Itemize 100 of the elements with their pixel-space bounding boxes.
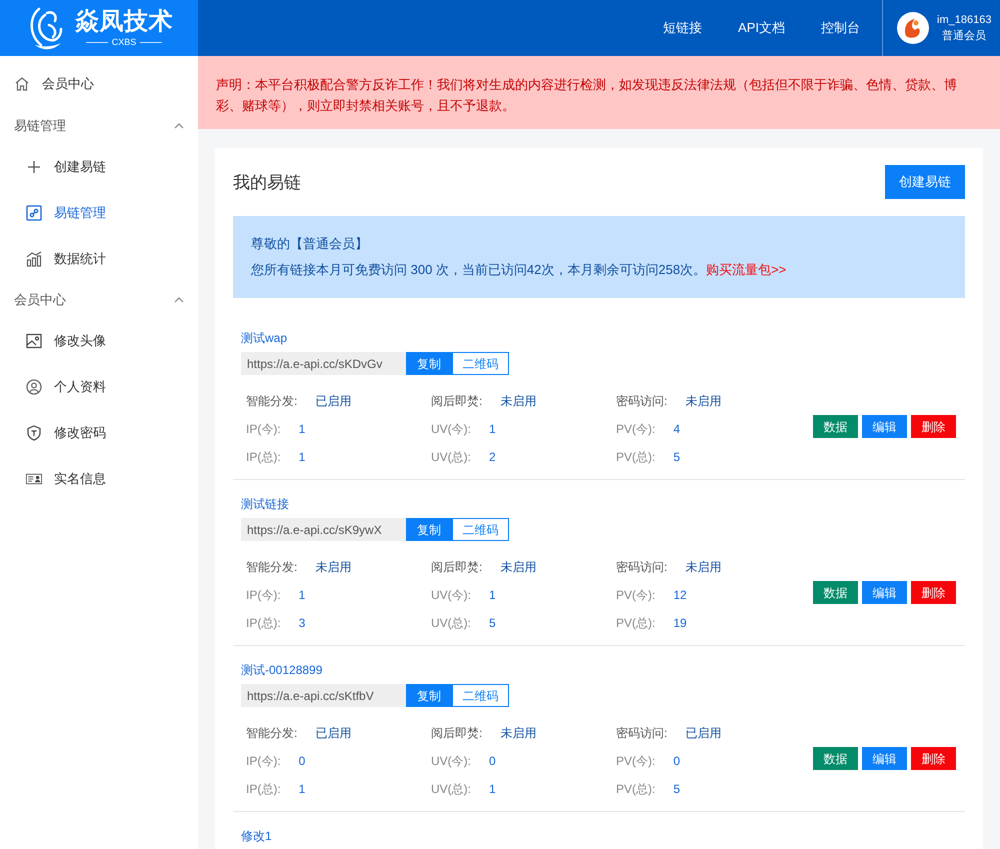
sidebar-item[interactable]: 个人资料 [0, 364, 198, 410]
username: im_186163 [937, 13, 992, 28]
link-icon [26, 205, 42, 221]
stat-value: 已启用 [315, 393, 352, 410]
action-button[interactable]: 删除 [911, 581, 956, 604]
stat-label: IP(总): [246, 615, 281, 632]
page-title: 我的易链 [233, 172, 301, 194]
stat-value: 未启用 [500, 725, 536, 742]
brand-subtitle: CXBS [112, 36, 136, 48]
stat-value: 5 [673, 781, 680, 798]
user-icon [26, 379, 42, 395]
sidebar-group-header[interactable]: 易链管理 [0, 108, 198, 144]
buy-traffic-link[interactable]: 购买流量包>> [706, 262, 786, 277]
stat-label: PV(总): [616, 781, 656, 798]
action-button[interactable]: 数据 [813, 747, 858, 770]
home-icon [14, 76, 30, 92]
qr-code-button[interactable]: 二维码 [452, 352, 509, 375]
avatar-icon[interactable] [897, 12, 929, 44]
stat-label: PV(总): [616, 615, 656, 632]
create-link-button[interactable]: 创建易链 [885, 165, 965, 199]
action-button[interactable]: 编辑 [862, 747, 907, 770]
stat-value: 未启用 [315, 559, 352, 576]
qr-code-button[interactable]: 二维码 [452, 518, 509, 541]
short-url-field: https://a.e-api.cc/sKDvGv [241, 352, 406, 375]
stat-value: 2 [489, 449, 496, 466]
stat-label: IP(今): [246, 753, 281, 770]
action-button[interactable]: 数据 [813, 581, 858, 604]
stat-label: 阅后即焚: [431, 559, 482, 576]
sidebar-item[interactable]: 创建易链 [0, 144, 198, 190]
bar-chart-icon [26, 251, 42, 267]
stat-value: 未启用 [500, 393, 536, 410]
member-level: 普通会员 [942, 28, 986, 44]
sidebar-group-header[interactable]: 会员中心 [0, 282, 198, 318]
stat-value: 已启用 [315, 725, 352, 742]
stat-value: 0 [489, 753, 496, 770]
stat-label: UV(今): [431, 421, 471, 438]
link-title[interactable]: 测试-00128899 [241, 660, 965, 680]
chevron-icon [174, 297, 184, 303]
stat-value: 1 [489, 587, 496, 604]
stat-label: IP(总): [246, 449, 281, 466]
action-button[interactable]: 删除 [911, 747, 956, 770]
action-button[interactable]: 删除 [911, 415, 956, 438]
stat-label: PV(今): [616, 753, 656, 770]
stat-value: 1 [298, 449, 306, 466]
stat-value: 19 [673, 615, 687, 632]
sidebar-item[interactable]: 数据统计 [0, 236, 198, 282]
short-url-field: https://a.e-api.cc/sK9ywX [241, 518, 406, 541]
nav-link[interactable]: 控制台 [803, 10, 878, 46]
stat-value: 1 [298, 587, 306, 604]
sidebar-item[interactable]: 会员中心 [0, 60, 198, 108]
link-title[interactable]: 测试链接 [241, 494, 965, 514]
sidebar-item[interactable]: 修改密码 [0, 410, 198, 456]
stat-label: UV(总): [431, 615, 471, 632]
stat-value: 1 [489, 421, 496, 438]
stat-label: UV(总): [431, 781, 471, 798]
stat-value: 1 [298, 781, 306, 798]
stat-label: PV(今): [616, 587, 656, 604]
copy-button[interactable]: 复制 [406, 352, 452, 375]
sidebar-item[interactable]: 实名信息 [0, 456, 198, 502]
stat-label: IP(总): [246, 781, 281, 798]
stat-value: 12 [673, 587, 687, 604]
link-title[interactable]: 修改1 [241, 826, 965, 846]
link-title[interactable]: 测试wap [241, 328, 965, 348]
stat-value: 1 [489, 781, 496, 798]
stat-value: 未启用 [500, 559, 536, 576]
nav-link[interactable]: API文档 [720, 10, 803, 46]
stat-value: 5 [673, 449, 680, 466]
stat-label: UV(今): [431, 753, 471, 770]
stat-value: 0 [673, 753, 680, 770]
stat-label: 智能分发: [246, 393, 298, 410]
stat-value: 未启用 [685, 393, 722, 410]
copy-button[interactable]: 复制 [406, 518, 452, 541]
action-button[interactable]: 编辑 [862, 581, 907, 604]
notice-banner: 声明：本平台积极配合警方反诈工作！我们将对生成的内容进行检测，如发现违反法律法规（包括但不限于诈骗、色情、贷款、博彩、赌球等），则立即封禁相关账号，且不予退款。 [198, 56, 1000, 129]
stat-label: 密码访问: [616, 559, 668, 576]
stat-label: IP(今): [246, 421, 281, 438]
stat-label: 智能分发: [246, 559, 298, 576]
stat-value: 4 [673, 421, 680, 438]
plus-icon [27, 160, 41, 174]
sidebar-item[interactable]: 易链管理 [0, 190, 198, 236]
chevron-icon [174, 123, 184, 129]
action-button[interactable]: 数据 [813, 415, 858, 438]
stat-label: IP(今): [246, 587, 281, 604]
copy-button[interactable]: 复制 [406, 684, 452, 707]
sidebar-item[interactable]: 修改头像 [0, 318, 198, 364]
stat-value: 5 [489, 615, 496, 632]
nav-link[interactable]: 短链接 [645, 10, 720, 46]
greeting-text: 尊敬的【普通会员】 [251, 235, 369, 253]
shield-icon [26, 425, 42, 441]
stat-label: UV(今): [431, 587, 471, 604]
id-card-icon [26, 472, 42, 486]
qr-code-button[interactable]: 二维码 [452, 684, 509, 707]
stat-label: 智能分发: [246, 725, 298, 742]
stat-value: 0 [298, 753, 306, 770]
stat-label: 密码访问: [616, 393, 668, 410]
action-button[interactable]: 编辑 [862, 415, 907, 438]
quota-text: 您所有链接本月可免费访问 300 次，当前已访问42次，本月剩余可访问258次。 [251, 262, 706, 277]
stat-value: 未启用 [685, 559, 722, 576]
image-icon [26, 333, 42, 349]
stat-label: 阅后即焚: [431, 393, 482, 410]
